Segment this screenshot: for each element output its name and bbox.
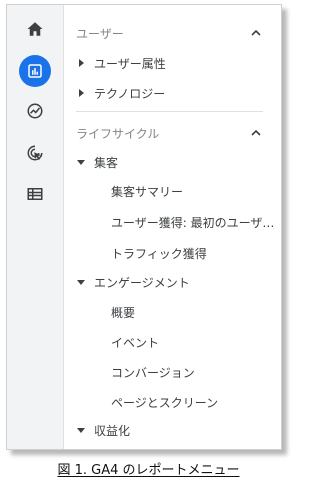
menu-subitem-pages-screens[interactable]: ページとスクリーン — [64, 388, 281, 416]
figure-caption: 図 1. GA4 のレポートメニュー — [0, 459, 297, 478]
caret-down-icon — [76, 157, 88, 167]
explore-button[interactable] — [21, 97, 49, 125]
report-navigation-panel: ユーザー ユーザー属性 テクノロジー ライフサイクル 集客 集客サマリー ユーザ… — [64, 5, 281, 449]
menu-group-monetization[interactable]: 収益化 — [64, 416, 281, 444]
menu-subitem-conversions[interactable]: コンバージョン — [64, 358, 281, 386]
menu-item-label: ユーザー属性 — [94, 56, 166, 71]
menu-group-label: エンゲージメント — [94, 275, 190, 290]
configure-button[interactable] — [21, 180, 49, 208]
menu-group-label: 集客 — [94, 155, 119, 170]
caret-down-icon — [76, 277, 88, 287]
section-divider — [76, 111, 263, 112]
reports-button[interactable] — [19, 55, 51, 87]
list-icon — [27, 188, 43, 200]
navigation-rail — [7, 5, 64, 449]
menu-group-label: 収益化 — [94, 423, 131, 438]
menu-subitem-label: ユーザー獲得: 最初のユーザ… — [111, 215, 275, 230]
home-icon — [27, 22, 43, 36]
menu-subitem-label: 集客サマリー — [111, 184, 184, 199]
section-header-lifecycle[interactable]: ライフサイクル — [64, 119, 281, 147]
chevron-up-icon — [251, 29, 261, 36]
menu-subitem-engagement-overview[interactable]: 概要 — [64, 298, 281, 326]
section-header-user[interactable]: ユーザー — [64, 19, 281, 47]
menu-item-demographics[interactable]: ユーザー属性 — [64, 49, 281, 77]
caret-right-icon — [76, 88, 88, 98]
menu-subitem-acquisition-overview[interactable]: 集客サマリー — [64, 177, 281, 205]
menu-subitem-label: 概要 — [111, 305, 136, 320]
advertising-icon — [27, 145, 43, 161]
menu-subitem-label: ページとスクリーン — [111, 395, 219, 410]
reports-icon — [28, 64, 42, 78]
caret-down-icon — [76, 425, 88, 435]
menu-item-label: テクノロジー — [94, 86, 166, 101]
caret-right-icon — [76, 58, 88, 68]
chevron-up-icon — [251, 129, 261, 136]
menu-subitem-events[interactable]: イベント — [64, 328, 281, 356]
menu-subitem-label: トラフィック獲得 — [111, 246, 207, 261]
advertising-button[interactable] — [21, 139, 49, 167]
menu-subitem-user-acquisition[interactable]: ユーザー獲得: 最初のユーザ… — [64, 208, 281, 236]
menu-item-technology[interactable]: テクノロジー — [64, 79, 281, 107]
home-button[interactable] — [21, 15, 49, 43]
figure-caption-text: 図 1. GA4 のレポートメニュー — [57, 463, 240, 478]
menu-group-engagement[interactable]: エンゲージメント — [64, 268, 281, 296]
menu-subitem-traffic-acquisition[interactable]: トラフィック獲得 — [64, 239, 281, 267]
menu-subitem-label: イベント — [111, 335, 160, 350]
menu-group-acquisition[interactable]: 集客 — [64, 148, 281, 176]
explore-icon — [27, 103, 43, 119]
menu-subitem-label: コンバージョン — [111, 365, 195, 380]
report-menu-screenshot: ユーザー ユーザー属性 テクノロジー ライフサイクル 集客 集客サマリー ユーザ… — [6, 4, 282, 450]
